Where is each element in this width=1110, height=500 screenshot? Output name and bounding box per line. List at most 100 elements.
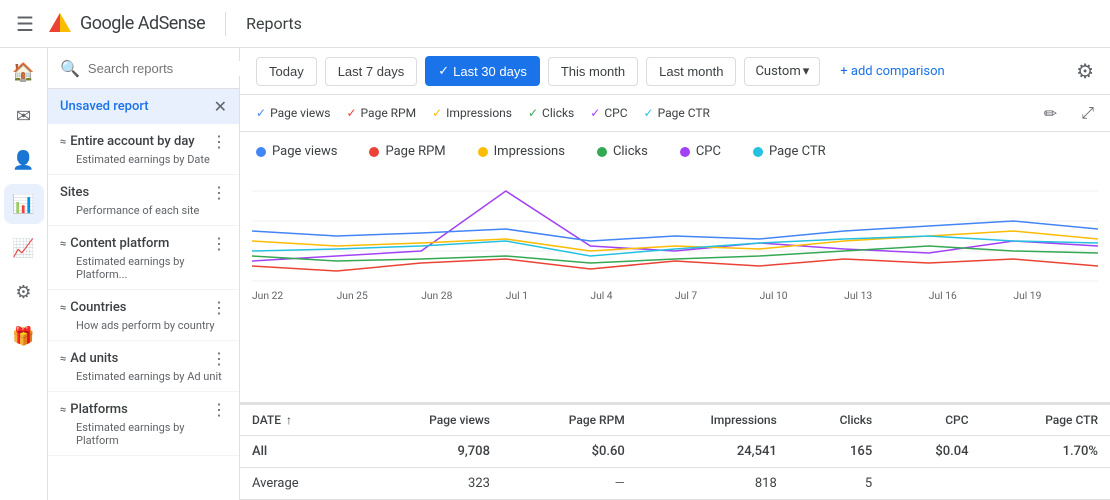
menu-icon[interactable]: ☰ [16, 12, 34, 36]
svg-text:Jul 1: Jul 1 [506, 291, 528, 301]
icon-rail: 🏠 ✉ 👤 📊 📈 ⚙ 🎁 [0, 48, 48, 500]
cell-page-ctr: 1.70% [981, 436, 1110, 468]
check-icon: ✓ [590, 106, 600, 120]
filter-impressions[interactable]: ✓ Impressions [432, 106, 512, 120]
rail-trends-btn[interactable]: 📈 [4, 228, 44, 268]
list-item[interactable]: ≈ Content platform ⋮ Estimated earnings … [48, 226, 239, 290]
filter-page-views[interactable]: ✓ Page views [256, 106, 330, 120]
cell-cpc: $0.04 [884, 436, 980, 468]
legend-page-ctr: Page CTR [753, 144, 826, 159]
rail-settings-btn[interactable]: ⚙ [4, 272, 44, 312]
unsaved-report-item[interactable]: Unsaved report ✕ [48, 89, 239, 124]
more-icon[interactable]: ⋮ [211, 400, 227, 419]
today-button[interactable]: Today [256, 57, 317, 86]
filter-page-ctr[interactable]: ✓ Page CTR [644, 106, 710, 120]
report-title: Ad units [70, 351, 118, 366]
date-filters: Today Last 7 days ✓ Last 30 days This mo… [256, 56, 945, 86]
more-icon[interactable]: ⋮ [211, 349, 227, 368]
report-title: Sites [60, 185, 89, 200]
legend-label: Page views [272, 144, 337, 159]
list-item[interactable]: ≈ Ad units ⋮ Estimated earnings by Ad un… [48, 341, 239, 392]
rail-email-btn[interactable]: ✉ [4, 96, 44, 136]
rail-reports-btn[interactable]: 📊 [4, 184, 44, 224]
cell-page-rpm: — [502, 468, 637, 500]
data-table-section: DATE ↑ Page views Page RPM Impressions C… [240, 402, 1110, 500]
list-item[interactable]: ≈ Entire account by day ⋮ Estimated earn… [48, 124, 239, 175]
rail-gift-btn[interactable]: 🎁 [4, 316, 44, 356]
more-icon[interactable]: ⋮ [211, 132, 227, 151]
last-30-days-button[interactable]: ✓ Last 30 days [425, 56, 540, 86]
report-title: Countries [70, 300, 126, 315]
cell-page-views: 323 [359, 468, 502, 500]
svg-text:Jul 19: Jul 19 [1013, 291, 1041, 301]
squiggle-icon: ≈ [60, 237, 66, 250]
svg-text:Jun 25: Jun 25 [337, 291, 368, 301]
legend-page-rpm: Page RPM [369, 144, 445, 159]
filter-label: Page RPM [361, 106, 417, 120]
col-clicks[interactable]: Clicks [789, 405, 884, 436]
add-comparison-button[interactable]: + add comparison [836, 64, 944, 79]
check-icon: ✓ [256, 106, 266, 120]
filter-page-rpm[interactable]: ✓ Page RPM [346, 106, 416, 120]
add-comparison-label: + add comparison [840, 64, 944, 79]
rail-people-btn[interactable]: 👤 [4, 140, 44, 180]
list-item[interactable]: ≈ Countries ⋮ How ads perform by country [48, 290, 239, 341]
table-row: Average 323 — 818 5 [240, 468, 1110, 500]
legend-impressions: Impressions [478, 144, 565, 159]
rail-home-btn[interactable]: 🏠 [4, 52, 44, 92]
last-month-button[interactable]: Last month [646, 57, 736, 86]
cell-clicks: 5 [789, 468, 884, 500]
legend-page-views: Page views [256, 144, 337, 159]
svg-text:Jun 22: Jun 22 [252, 291, 283, 301]
filter-cpc[interactable]: ✓ CPC [590, 106, 627, 120]
svg-text:Jul 4: Jul 4 [590, 291, 613, 301]
app-header: ☰ Google AdSense Reports [0, 0, 1110, 48]
squiggle-icon: ≈ [60, 352, 66, 365]
legend-dot [369, 147, 379, 157]
cell-impressions: 818 [637, 468, 789, 500]
edit-filters-icon[interactable]: ✏ [1044, 104, 1057, 123]
col-page-ctr[interactable]: Page CTR [981, 405, 1110, 436]
more-icon[interactable]: ⋮ [211, 234, 227, 253]
chart-filters: ✓ Page views ✓ Page RPM ✓ Impressions ✓ … [240, 95, 1110, 132]
logo: Google AdSense [46, 10, 205, 38]
col-impressions[interactable]: Impressions [637, 405, 789, 436]
filter-label: Clicks [542, 106, 574, 120]
logo-text: Google AdSense [80, 13, 205, 34]
filter-label: Impressions [446, 106, 512, 120]
col-page-rpm[interactable]: Page RPM [502, 405, 637, 436]
close-unsaved-button[interactable]: ✕ [214, 97, 227, 116]
custom-dropdown-button[interactable]: Custom ▾ [744, 57, 820, 86]
list-item[interactable]: Sites ⋮ Performance of each site [48, 175, 239, 226]
more-icon[interactable]: ⋮ [211, 298, 227, 317]
this-month-button[interactable]: This month [548, 57, 638, 86]
svg-text:Jul 10: Jul 10 [760, 291, 788, 301]
settings-icon[interactable]: ⚙ [1076, 59, 1094, 83]
main-layout: 🏠 ✉ 👤 📊 📈 ⚙ 🎁 🔍 + Unsaved report ✕ ≈ Ent… [0, 48, 1110, 500]
col-page-views[interactable]: Page views [359, 405, 502, 436]
svg-text:Jul 13: Jul 13 [844, 291, 872, 301]
cell-page-views: 9,708 [359, 436, 502, 468]
check-icon: ✓ [644, 106, 654, 120]
report-desc: Estimated earnings by Date [60, 153, 227, 166]
check-icon: ✓ [432, 106, 442, 120]
col-cpc[interactable]: CPC [884, 405, 980, 436]
last-7-days-button[interactable]: Last 7 days [325, 57, 418, 86]
unsaved-report-label: Unsaved report [60, 99, 149, 114]
list-item[interactable]: ≈ Platforms ⋮ Estimated earnings by Plat… [48, 392, 239, 456]
report-desc: Estimated earnings by Platform... [60, 255, 227, 281]
filter-label: Page views [270, 106, 330, 120]
data-table: DATE ↑ Page views Page RPM Impressions C… [240, 404, 1110, 500]
squiggle-icon: ≈ [60, 403, 66, 416]
more-icon[interactable]: ⋮ [211, 183, 227, 202]
col-date-label: DATE [252, 413, 281, 427]
search-input[interactable] [88, 61, 264, 76]
chart-container: Jun 22 Jun 25 Jun 28 Jul 1 Jul 4 Jul 7 J… [240, 171, 1110, 402]
report-desc: Performance of each site [60, 204, 227, 217]
col-date[interactable]: DATE ↑ [240, 405, 359, 436]
legend-dot [680, 147, 690, 157]
expand-icon[interactable]: ⤢ [1081, 103, 1094, 123]
last-30-days-label: Last 30 days [453, 64, 527, 79]
filter-clicks[interactable]: ✓ Clicks [528, 106, 574, 120]
legend-clicks: Clicks [597, 144, 648, 159]
